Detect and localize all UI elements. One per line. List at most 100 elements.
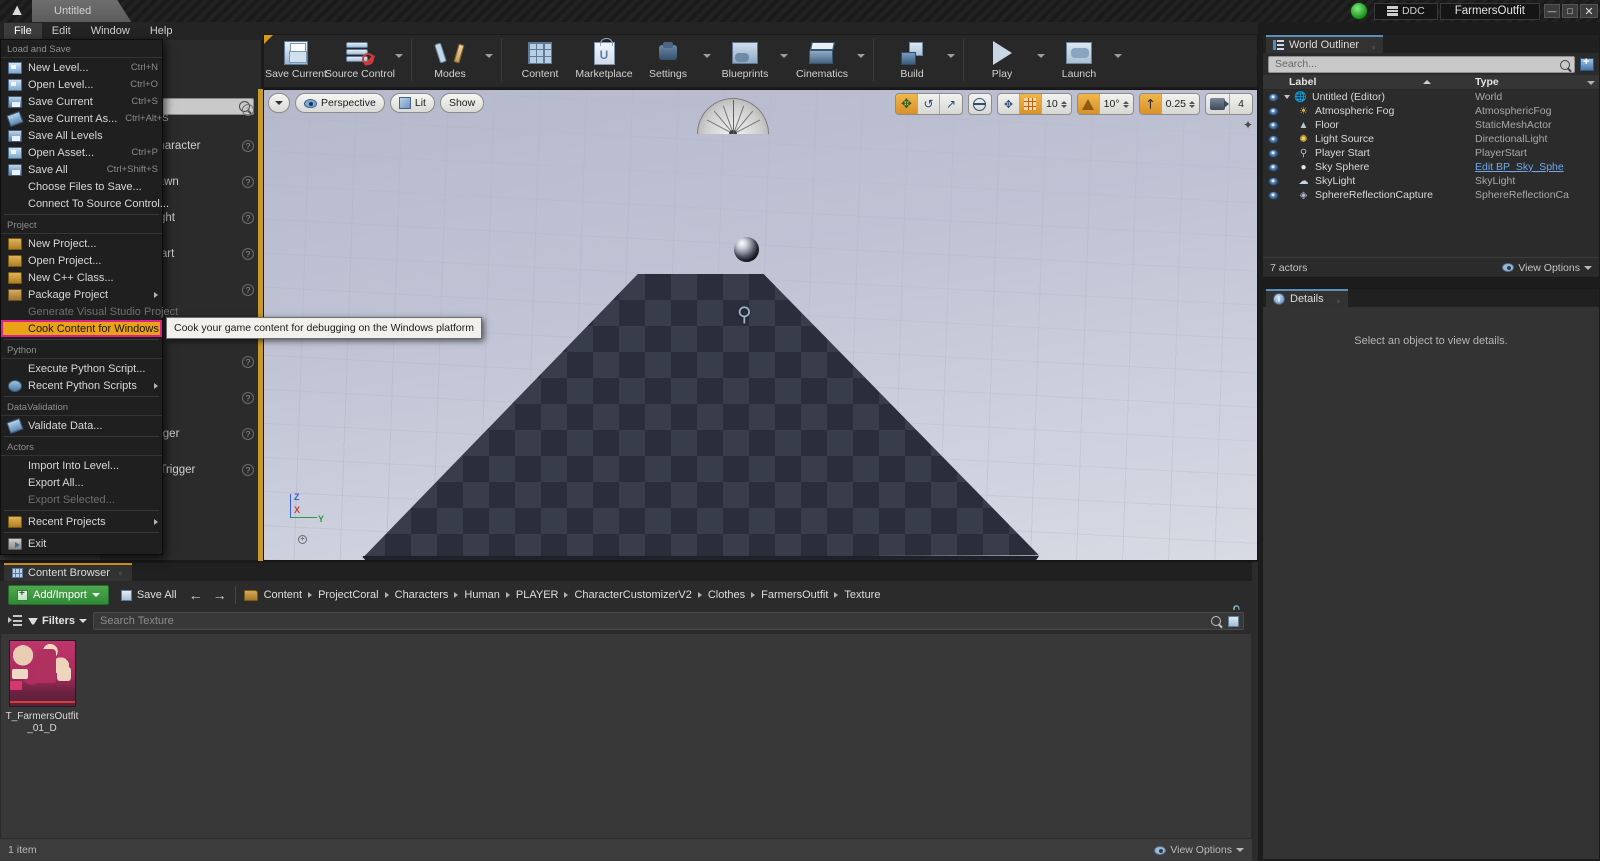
visibility-toggle[interactable] (1263, 176, 1283, 186)
menu-item-export-all[interactable]: Export All... (1, 474, 162, 491)
asset-tile[interactable]: T_FarmersOutfit _01_D (6, 640, 78, 735)
tab-world-outliner[interactable]: World Outliner ▫ (1266, 35, 1384, 53)
breadcrumb-item-content[interactable]: Content (264, 589, 303, 601)
visibility-toggle[interactable] (1263, 120, 1283, 130)
menu-item-file[interactable]: File (4, 23, 42, 39)
play-caret[interactable] (1034, 35, 1047, 85)
column-header-type[interactable]: Type (1475, 76, 1599, 88)
camera-speed-value[interactable]: 4 (1230, 94, 1252, 114)
menu-item-recent-python-scripts[interactable]: Recent Python Scripts (1, 377, 162, 394)
add-import-button[interactable]: Add/Import (8, 585, 109, 605)
view-options-button[interactable]: View Options (1502, 262, 1592, 274)
viewport-view-mode-button[interactable]: Lit (389, 93, 435, 113)
place-actor-row-character[interactable]: Character? (150, 128, 262, 164)
search-input[interactable]: Search Texture (93, 612, 1244, 630)
menu-item-save-current-as[interactable]: Save Current As... Ctrl+Alt+S (1, 110, 169, 127)
save-search-icon[interactable] (1228, 616, 1239, 627)
place-actor-row-6[interactable]: e? (150, 272, 262, 308)
menu-item-save-all-levels[interactable]: Save All Levels (1, 127, 162, 144)
content-button[interactable]: Content (508, 35, 572, 85)
grid-snap-icon[interactable] (1019, 94, 1042, 114)
ddc-status-button[interactable]: DDC (1373, 2, 1438, 20)
close-button[interactable]: ✕ (1580, 4, 1598, 18)
breadcrumb-item-characters[interactable]: Characters (395, 589, 449, 601)
tab-details[interactable]: i Details ▫ (1266, 289, 1348, 307)
settings-button[interactable]: Settings (636, 35, 700, 85)
menu-item-help[interactable]: Help (140, 23, 183, 39)
grid-snap-spinner[interactable] (1060, 100, 1067, 108)
minimize-button[interactable]: — (1544, 4, 1560, 18)
breadcrumb-item-projectcoral[interactable]: ProjectCoral (318, 589, 379, 601)
place-actor-row-8[interactable]: ? (150, 344, 262, 380)
scale-snap-value[interactable]: 0.25 (1162, 94, 1199, 114)
rotation-snap-value[interactable]: 10° (1100, 94, 1133, 114)
outliner-row-skylight[interactable]: ☁ SkyLight SkyLight (1263, 174, 1599, 188)
breadcrumb-item-player[interactable]: PLAYER (516, 589, 559, 601)
menu-item-edit[interactable]: Edit (42, 23, 81, 39)
build-button[interactable]: Build (880, 35, 944, 85)
marketplace-button[interactable]: Marketplace (572, 35, 636, 85)
rotation-snap-spinner[interactable] (1122, 100, 1129, 108)
launch-caret[interactable] (1111, 35, 1124, 85)
outliner-row-untitled-editor[interactable]: 🌐 Untitled (Editor) World (1263, 90, 1599, 104)
visibility-toggle[interactable] (1263, 92, 1283, 102)
place-actor-row-9[interactable]: ? (150, 380, 262, 416)
settings-caret[interactable] (700, 35, 713, 85)
arrow-right-icon[interactable]: → (213, 587, 227, 603)
menu-item-open-asset[interactable]: Open Asset... Ctrl+P (1, 144, 162, 161)
modes-button[interactable]: Modes (418, 35, 482, 85)
visibility-toggle[interactable] (1263, 162, 1283, 172)
cinematics-caret[interactable] (854, 35, 867, 85)
viewport-show-menu-button[interactable]: Show (439, 93, 485, 113)
viewport-camera-mode-button[interactable]: Perspective (295, 93, 385, 113)
menu-item-open-level[interactable]: Open Level... Ctrl+O (1, 76, 162, 93)
menu-item-exit[interactable]: Exit (1, 535, 162, 552)
outliner-row-player-start[interactable]: ⚲ Player Start PlayerStart (1263, 146, 1599, 160)
sphere-reflection-capture-preview[interactable] (734, 237, 759, 262)
menu-item-validate-data[interactable]: Validate Data... (1, 417, 162, 434)
visibility-toggle[interactable] (1263, 134, 1283, 144)
place-actor-row-pawn[interactable]: Pawn? (150, 164, 262, 200)
visibility-toggle[interactable] (1263, 148, 1283, 158)
viewport-maximize-icon[interactable]: ✦ (1243, 118, 1253, 132)
maximize-button[interactable]: □ (1562, 4, 1578, 18)
menu-item-choose-files-to-save[interactable]: Choose Files to Save... (1, 178, 162, 195)
close-icon[interactable]: ▫ (1372, 43, 1375, 52)
sources-toggle-icon[interactable] (8, 615, 22, 627)
save-all-button[interactable]: Save All (117, 585, 181, 605)
menu-item-new-cpp-class[interactable]: New C++ Class... (1, 269, 162, 286)
search-input[interactable]: Search... (1268, 55, 1575, 73)
grid-snap-value[interactable]: 10 (1042, 94, 1071, 114)
outliner-row-atmospheric-fog[interactable]: ☀ Atmospheric Fog AtmosphericFog (1263, 104, 1599, 118)
place-actor-row-box-trigger[interactable]: e Trigger? (150, 452, 262, 488)
scale-snap-icon[interactable]: ↗ (1139, 94, 1162, 114)
breadcrumb-item-farmersoutfit[interactable]: FarmersOutfit (761, 589, 828, 601)
outliner-row-sphere-reflection-capture[interactable]: ◈ SphereReflectionCapture SphereReflecti… (1263, 188, 1599, 202)
column-header-label[interactable]: Label (1263, 76, 1475, 88)
expander-icon[interactable] (1284, 95, 1290, 99)
place-actor-row-trigger[interactable]: rigger? (150, 416, 262, 452)
view-options-button[interactable]: View Options (1154, 844, 1244, 856)
outliner-row-light-source[interactable]: ✺ Light Source DirectionalLight (1263, 132, 1599, 146)
close-icon[interactable]: ▫ (119, 570, 125, 578)
add-actor-icon[interactable] (1580, 56, 1594, 71)
visibility-toggle[interactable] (1263, 106, 1283, 116)
breadcrumb-item-texture[interactable]: Texture (844, 589, 880, 601)
rotation-snap-icon[interactable] (1077, 94, 1100, 114)
menu-item-open-project[interactable]: Open Project... (1, 252, 162, 269)
visibility-toggle[interactable] (1263, 190, 1283, 200)
blueprints-button[interactable]: Blueprints (713, 35, 777, 85)
edit-blueprint-link[interactable]: Edit BP_Sky_Sphe (1475, 161, 1599, 173)
menu-item-save-current[interactable]: Save Current Ctrl+S (1, 93, 162, 110)
menu-item-save-all[interactable]: Save All Ctrl+Shift+S (1, 161, 162, 178)
camera-speed-icon[interactable] (1206, 94, 1230, 114)
menu-item-recent-projects[interactable]: Recent Projects (1, 513, 162, 530)
filters-button[interactable]: Filters (28, 615, 88, 627)
menu-item-execute-python-script[interactable]: Execute Python Script... (1, 360, 162, 377)
menu-item-new-level[interactable]: New Level... Ctrl+N (1, 59, 162, 76)
place-actor-row-start[interactable]: Start? (150, 236, 262, 272)
menu-item-window[interactable]: Window (81, 23, 140, 39)
close-icon[interactable]: ▫ (1337, 297, 1340, 306)
viewport-options-button[interactable] (268, 93, 290, 113)
chevron-down-icon[interactable] (1587, 81, 1595, 85)
